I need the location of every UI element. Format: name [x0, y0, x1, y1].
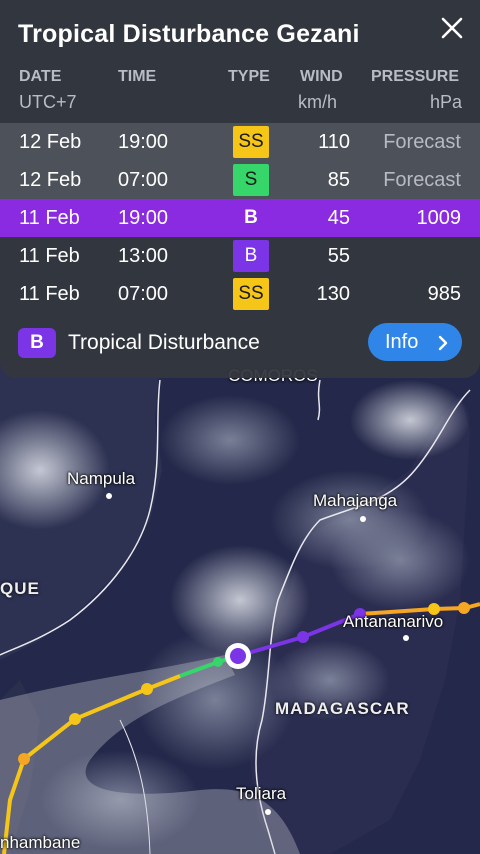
column-header-type: TYPE [228, 68, 270, 85]
timezone-label: UTC+7 [19, 92, 77, 112]
storm-info-panel: Tropical Disturbance Gezani DATE TIME TY… [0, 0, 480, 378]
row-pressure: 1009 [416, 207, 462, 229]
row-type-badge: SS [233, 126, 269, 158]
row-date: 11 Feb [19, 207, 80, 229]
table-row[interactable]: 12 Feb 19:00 SS 110 Forecast [0, 123, 480, 161]
wind-unit-label: km/h [298, 92, 338, 112]
city-label-nampula: Nampula [67, 469, 136, 488]
column-header-pressure: PRESSURE [371, 68, 460, 85]
row-wind: 130 [316, 283, 350, 305]
column-header-date: DATE [19, 68, 62, 85]
row-type-badge: S [233, 164, 269, 196]
row-time: 13:00 [118, 245, 169, 267]
row-time: 19:00 [118, 131, 169, 153]
row-pressure: Forecast [383, 131, 461, 153]
row-time: 19:00 [118, 207, 169, 229]
row-date: 11 Feb [19, 283, 80, 305]
table-row[interactable]: 11 Feb 13:00 B 55 [0, 237, 480, 275]
row-wind: 45 [327, 207, 350, 229]
table-row[interactable]: 12 Feb 07:00 S 85 Forecast [0, 161, 480, 199]
pressure-unit-label: hPa [429, 92, 462, 112]
row-wind: 85 [327, 169, 350, 191]
row-time: 07:00 [118, 283, 169, 305]
storm-title: Tropical Disturbance Gezani [18, 20, 360, 48]
row-wind: 55 [327, 245, 350, 267]
legend-type-badge: B [18, 328, 56, 358]
table-row[interactable]: 11 Feb 19:00 B 45 1009 [0, 199, 480, 237]
row-type-badge: SS [233, 278, 269, 310]
close-icon[interactable] [438, 14, 466, 42]
column-header-wind: WIND [300, 68, 343, 85]
column-header-time: TIME [118, 68, 157, 85]
row-pressure: Forecast [383, 169, 461, 191]
info-button[interactable]: Info [368, 323, 462, 361]
row-date: 12 Feb [19, 169, 82, 191]
city-label-inhambane: nhambane [0, 833, 81, 852]
row-date: 12 Feb [19, 131, 82, 153]
chevron-right-icon [438, 335, 448, 351]
row-type-badge: B [244, 207, 258, 228]
row-type-badge: B [233, 240, 269, 272]
info-button-label: Info [385, 331, 419, 353]
row-pressure: 985 [427, 283, 461, 305]
table-row[interactable]: 11 Feb 07:00 SS 130 985 [0, 275, 480, 313]
city-label-toliara: Toliara [236, 784, 287, 803]
city-label-mahajanga: Mahajanga [313, 491, 398, 510]
city-label-antananarivo: Antananarivo [343, 612, 444, 631]
row-wind: 110 [318, 131, 350, 153]
country-label-mozambique: QUE [0, 579, 40, 598]
country-label-madagascar: MADAGASCAR [275, 699, 410, 718]
legend-type-label: Tropical Disturbance [68, 331, 260, 354]
row-time: 07:00 [118, 169, 169, 191]
row-date: 11 Feb [19, 245, 80, 267]
